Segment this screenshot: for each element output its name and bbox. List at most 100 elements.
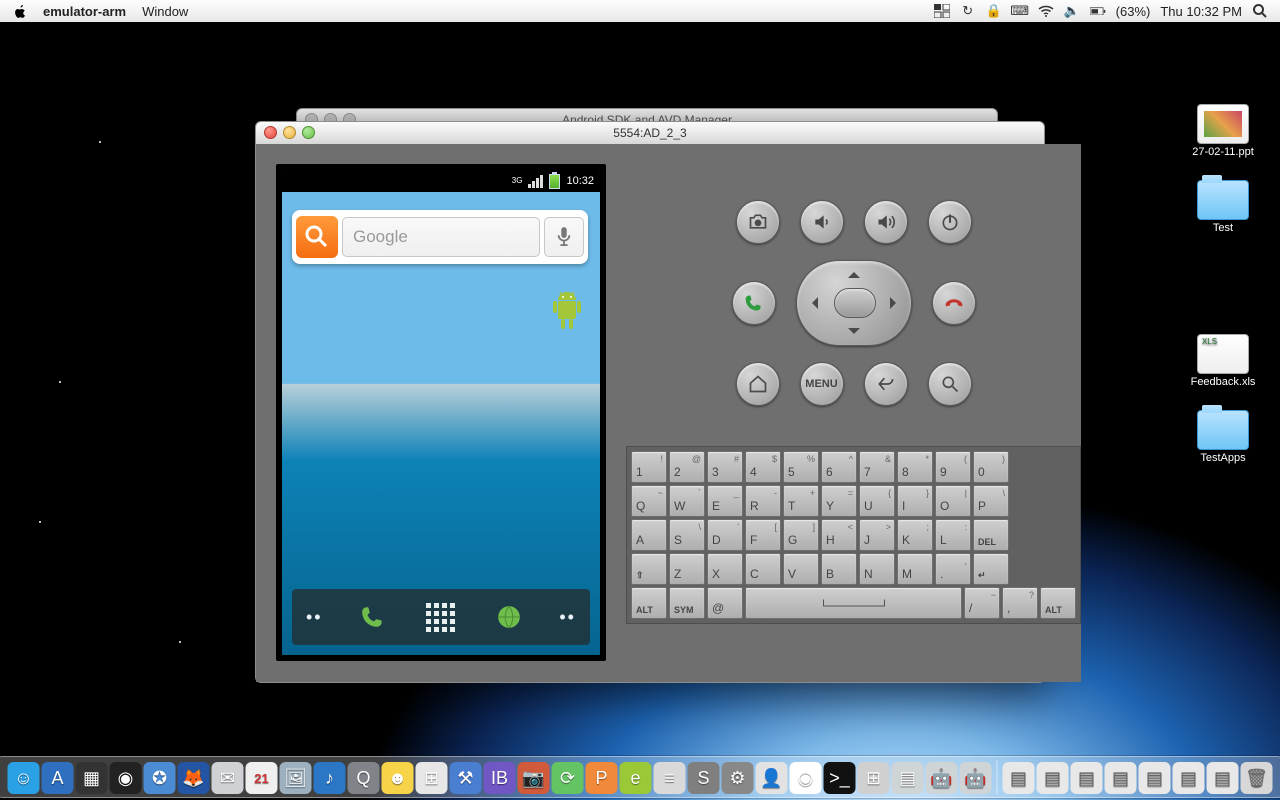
key-SYM[interactable]: SYM bbox=[669, 587, 705, 619]
key-7[interactable]: 7& bbox=[859, 451, 895, 483]
dock-android-sdk[interactable]: ▤ bbox=[892, 762, 924, 794]
emulated-phone-screen[interactable]: 3G 10:32 Google bbox=[282, 170, 600, 655]
dpad-left[interactable] bbox=[806, 297, 818, 309]
dock-android[interactable]: 🤖 bbox=[926, 762, 958, 794]
key-R[interactable]: R- bbox=[745, 485, 781, 517]
key-B[interactable]: B bbox=[821, 553, 857, 585]
dock-preview[interactable]: 🖼 bbox=[280, 762, 312, 794]
key-J[interactable]: J> bbox=[859, 519, 895, 551]
dock-calculator[interactable]: ⊞ bbox=[858, 762, 890, 794]
dock-photobooth[interactable]: 📷 bbox=[518, 762, 550, 794]
power-button[interactable] bbox=[928, 200, 972, 244]
key-1[interactable]: 1! bbox=[631, 451, 667, 483]
key-A[interactable]: A bbox=[631, 519, 667, 551]
dock-stack6[interactable]: ▤ bbox=[1173, 762, 1205, 794]
key-6[interactable]: 6^ bbox=[821, 451, 857, 483]
key-T[interactable]: T+ bbox=[783, 485, 819, 517]
dock-e[interactable]: e bbox=[620, 762, 652, 794]
dock-terminal[interactable]: >_ bbox=[824, 762, 856, 794]
dock-stack4[interactable]: ▤ bbox=[1105, 762, 1137, 794]
dock-openoffice[interactable]: ⊞ bbox=[416, 762, 448, 794]
end-call-button[interactable] bbox=[932, 281, 976, 325]
dock-ical[interactable]: 21 bbox=[246, 762, 278, 794]
key-M[interactable]: M bbox=[897, 553, 933, 585]
key-5[interactable]: 5% bbox=[783, 451, 819, 483]
dock-stack2[interactable]: ▤ bbox=[1037, 762, 1069, 794]
key-DEL[interactable]: DEL bbox=[973, 519, 1009, 551]
dock-msn[interactable]: 👤 bbox=[756, 762, 788, 794]
volume-status-icon[interactable]: 🔈 bbox=[1064, 4, 1080, 18]
zoom-traffic-light[interactable] bbox=[302, 126, 315, 139]
key-,[interactable]: ,? bbox=[1002, 587, 1038, 619]
dock-appstore[interactable]: A bbox=[42, 762, 74, 794]
key-O[interactable]: O| bbox=[935, 485, 971, 517]
timemachine-status-icon[interactable]: ↻ bbox=[960, 4, 976, 18]
key-Z[interactable]: Z bbox=[669, 553, 705, 585]
dpad-right[interactable] bbox=[890, 297, 902, 309]
battery-status-icon[interactable] bbox=[1090, 4, 1106, 18]
search-button[interactable] bbox=[928, 362, 972, 406]
desktop-file-xls[interactable]: Feedback.xls bbox=[1188, 334, 1258, 388]
dock-android2[interactable]: 🤖 bbox=[960, 762, 992, 794]
key-0[interactable]: 0) bbox=[973, 451, 1009, 483]
key-4[interactable]: 4$ bbox=[745, 451, 781, 483]
lock-status-icon[interactable]: 🔒 bbox=[986, 4, 1002, 18]
dock-finder[interactable]: ☺ bbox=[8, 762, 40, 794]
search-input[interactable]: Google bbox=[342, 217, 540, 257]
key-L[interactable]: L: bbox=[935, 519, 971, 551]
dock-safari[interactable]: ✪ bbox=[144, 762, 176, 794]
key-ALT[interactable]: ALT bbox=[631, 587, 667, 619]
close-traffic-light[interactable] bbox=[264, 126, 277, 139]
key-2[interactable]: 2@ bbox=[669, 451, 705, 483]
home-button[interactable] bbox=[736, 362, 780, 406]
key-X[interactable]: X bbox=[707, 553, 743, 585]
dock-ib[interactable]: IB bbox=[484, 762, 516, 794]
desktop-folder-testapps[interactable]: TestApps bbox=[1188, 410, 1258, 464]
dpad-up[interactable] bbox=[848, 266, 860, 278]
key-I[interactable]: I} bbox=[897, 485, 933, 517]
android-robot-icon[interactable] bbox=[548, 290, 586, 336]
dock-stack5[interactable]: ▤ bbox=[1139, 762, 1171, 794]
desktop-file-ppt[interactable]: 27-02-11.ppt bbox=[1188, 104, 1258, 158]
volume-down-button[interactable] bbox=[800, 200, 844, 244]
dock-indicator-left[interactable]: •• bbox=[306, 607, 323, 628]
spaces-status-icon[interactable] bbox=[934, 4, 950, 18]
key-9[interactable]: 9( bbox=[935, 451, 971, 483]
key-E[interactable]: E_ bbox=[707, 485, 743, 517]
menu-button[interactable]: MENU bbox=[800, 362, 844, 406]
spotlight-icon[interactable] bbox=[1252, 4, 1268, 18]
key-P[interactable]: P\ bbox=[973, 485, 1009, 517]
key-space[interactable] bbox=[745, 587, 962, 619]
key-ALT[interactable]: ALT bbox=[1040, 587, 1076, 619]
menu-window[interactable]: Window bbox=[142, 0, 188, 22]
dock-s[interactable]: S bbox=[688, 762, 720, 794]
dock-stack1[interactable]: ▤ bbox=[1003, 762, 1035, 794]
camera-button[interactable] bbox=[736, 200, 780, 244]
key-W[interactable]: W` bbox=[669, 485, 705, 517]
key-N[interactable]: N bbox=[859, 553, 895, 585]
search-icon[interactable] bbox=[296, 216, 338, 258]
key-@[interactable]: @ bbox=[707, 587, 743, 619]
voice-search-button[interactable] bbox=[544, 217, 584, 257]
dock-ym[interactable]: ☻ bbox=[382, 762, 414, 794]
key-D[interactable]: D' bbox=[707, 519, 743, 551]
dock-cisco[interactable]: ≡ bbox=[654, 762, 686, 794]
dock-quicktime[interactable]: Q bbox=[348, 762, 380, 794]
dock-dashboard[interactable]: ◉ bbox=[110, 762, 142, 794]
keyboard-status-icon[interactable]: ⌨ bbox=[1012, 4, 1028, 18]
key-C[interactable]: C bbox=[745, 553, 781, 585]
key-S[interactable]: S\ bbox=[669, 519, 705, 551]
google-search-widget[interactable]: Google bbox=[292, 210, 588, 264]
dock-indicator-right[interactable]: •• bbox=[559, 607, 576, 628]
call-button[interactable] bbox=[732, 281, 776, 325]
dock-mail[interactable]: ✉ bbox=[212, 762, 244, 794]
volume-up-button[interactable] bbox=[864, 200, 908, 244]
key-G[interactable]: G] bbox=[783, 519, 819, 551]
key-H[interactable]: H< bbox=[821, 519, 857, 551]
key-U[interactable]: U{ bbox=[859, 485, 895, 517]
wifi-status-icon[interactable] bbox=[1038, 4, 1054, 18]
dock-sync[interactable]: ⟳ bbox=[552, 762, 584, 794]
dialer-button[interactable] bbox=[356, 600, 390, 634]
key-3[interactable]: 3# bbox=[707, 451, 743, 483]
dock-stack3[interactable]: ▤ bbox=[1071, 762, 1103, 794]
